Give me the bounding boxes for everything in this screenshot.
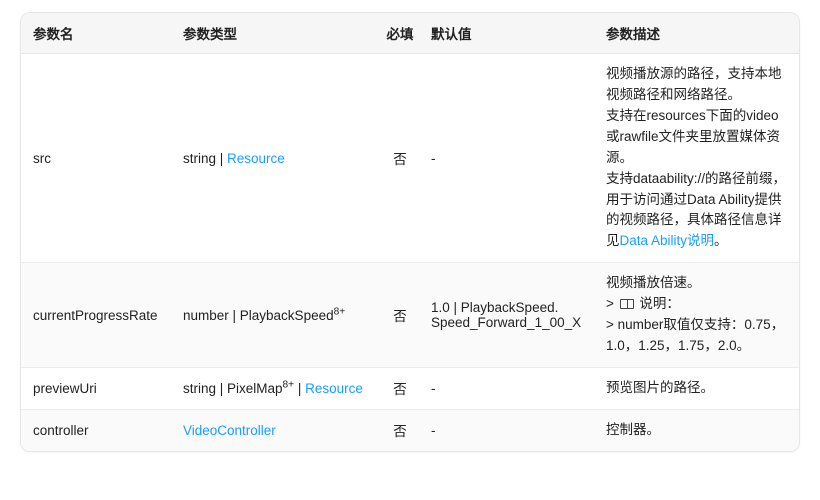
type-superscript: 8+	[283, 379, 295, 390]
cell-desc: 控制器。	[594, 409, 799, 450]
desc-text: 预览图片的路径。	[606, 380, 714, 395]
type-text: string |	[183, 151, 227, 166]
table-row: controller VideoController 否 - 控制器。	[21, 409, 799, 450]
desc-text: 支持在resources下面的video或rawfile文件夹里放置媒体资源。	[606, 108, 780, 165]
desc-text: 。	[714, 233, 728, 248]
table-row: currentProgressRate number | PlaybackSpe…	[21, 263, 799, 368]
book-icon	[620, 299, 634, 309]
cell-required: 否	[381, 263, 419, 368]
cell-default: 1.0 | PlaybackSpeed. Speed_Forward_1_00_…	[419, 263, 594, 368]
cell-name: currentProgressRate	[21, 263, 171, 368]
cell-type: VideoController	[171, 409, 381, 450]
type-link-resource[interactable]: Resource	[305, 381, 363, 396]
desc-text: number取值仅支持：0.75，1.0，1.25，1.75，2.0。	[606, 317, 784, 353]
note-prefix: >	[606, 296, 618, 311]
cell-required: 否	[381, 367, 419, 409]
cell-default: -	[419, 367, 594, 409]
cell-default: -	[419, 409, 594, 450]
note-prefix: >	[606, 317, 618, 332]
cell-name: previewUri	[21, 367, 171, 409]
cell-desc: 预览图片的路径。	[594, 367, 799, 409]
cell-type: string | Resource	[171, 54, 381, 263]
header-name: 参数名	[21, 13, 171, 54]
header-type: 参数类型	[171, 13, 381, 54]
type-link-resource[interactable]: Resource	[227, 151, 285, 166]
desc-block: 预览图片的路径。	[606, 378, 787, 399]
desc-text: 视频播放源的路径，支持本地视频路径和网络路径。	[606, 66, 782, 102]
cell-required: 否	[381, 54, 419, 263]
type-text: number | PlaybackSpeed	[183, 308, 334, 323]
cell-desc: 视频播放源的路径，支持本地视频路径和网络路径。 支持在resources下面的v…	[594, 54, 799, 263]
desc-block: 控制器。	[606, 420, 787, 441]
type-link-videocontroller[interactable]: VideoController	[183, 423, 276, 438]
cell-name: src	[21, 54, 171, 263]
link-data-ability[interactable]: Data Ability说明	[620, 233, 715, 248]
table: 参数名 参数类型 必填 默认值 参数描述 src string | Resour…	[21, 13, 799, 451]
note-label: 说明：	[639, 296, 680, 311]
header-desc: 参数描述	[594, 13, 799, 54]
desc-block: 视频播放倍速。 > 说明： > number取值仅支持：0.75，1.0，1.2…	[606, 273, 787, 357]
header-required: 必填	[381, 13, 419, 54]
desc-text: 视频播放倍速。	[606, 275, 701, 290]
type-superscript: 8+	[334, 306, 346, 317]
type-text: string | PixelMap	[183, 381, 283, 396]
desc-text: 控制器。	[606, 422, 660, 437]
cell-name: controller	[21, 409, 171, 450]
type-text: |	[294, 381, 305, 396]
cell-type: string | PixelMap8+ | Resource	[171, 367, 381, 409]
cell-desc: 视频播放倍速。 > 说明： > number取值仅支持：0.75，1.0，1.2…	[594, 263, 799, 368]
cell-required: 否	[381, 409, 419, 450]
table-header-row: 参数名 参数类型 必填 默认值 参数描述	[21, 13, 799, 54]
header-default: 默认值	[419, 13, 594, 54]
table-row: previewUri string | PixelMap8+ | Resourc…	[21, 367, 799, 409]
table-row: src string | Resource 否 - 视频播放源的路径，支持本地视…	[21, 54, 799, 263]
parameters-table: 参数名 参数类型 必填 默认值 参数描述 src string | Resour…	[20, 12, 800, 452]
cell-default: -	[419, 54, 594, 263]
desc-block: 视频播放源的路径，支持本地视频路径和网络路径。 支持在resources下面的v…	[606, 64, 787, 252]
cell-type: number | PlaybackSpeed8+	[171, 263, 381, 368]
